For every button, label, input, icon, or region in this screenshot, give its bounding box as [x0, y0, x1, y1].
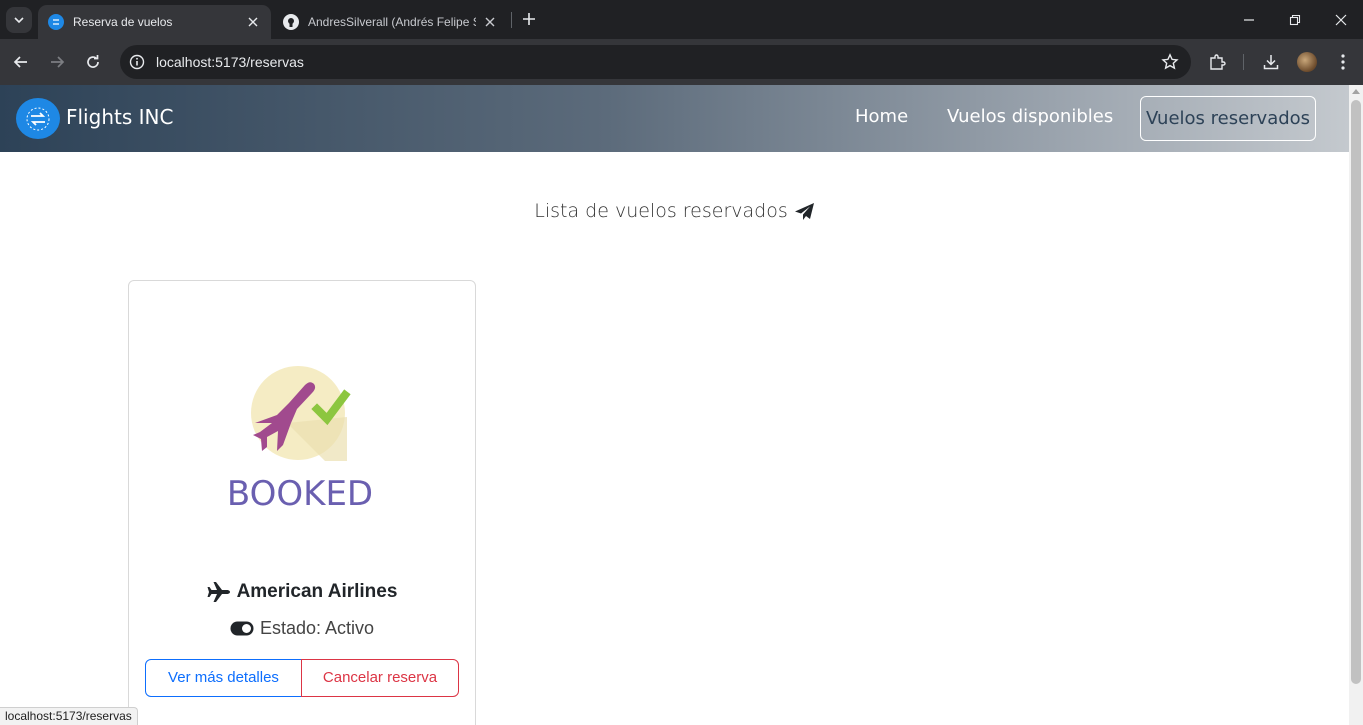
brand-logo-icon[interactable] — [16, 98, 60, 139]
close-tab-icon[interactable] — [245, 14, 261, 30]
link-status-bar: localhost:5173/reservas — [0, 707, 138, 725]
paper-plane-icon — [794, 202, 814, 220]
url-text[interactable]: localhost:5173/reservas — [156, 45, 304, 79]
reservation-status-row: Estado: Activo — [129, 618, 475, 639]
arrow-left-icon — [13, 56, 27, 68]
page-viewport: Flights INC Home Vuelos disponibles Vuel… — [0, 85, 1349, 725]
airline-name-row: American Airlines — [129, 581, 475, 603]
reservation-card: BOOKED American Airlines Estado: Activo … — [128, 280, 476, 725]
back-button[interactable] — [9, 50, 33, 74]
restore-button[interactable] — [1272, 0, 1318, 39]
browser-tab-strip: Reserva de vuelos AndresSilverall (André… — [0, 0, 1363, 39]
address-bar[interactable]: localhost:5173/reservas — [120, 45, 1191, 79]
site-info-icon[interactable] — [128, 53, 146, 71]
extensions-button[interactable] — [1206, 51, 1228, 73]
profile-avatar[interactable] — [1297, 52, 1317, 72]
cancel-reservation-button[interactable]: Cancelar reserva — [301, 659, 459, 697]
page-heading: Lista de vuelos reservados — [0, 200, 1349, 222]
browser-menu-button[interactable] — [1332, 51, 1354, 73]
plus-icon — [523, 13, 535, 25]
chevron-down-icon — [14, 17, 24, 24]
page-title: Lista de vuelos reservados — [534, 200, 788, 222]
close-tab-icon[interactable] — [482, 14, 498, 30]
browser-toolbar: localhost:5173/reservas — [0, 39, 1363, 85]
view-details-button[interactable]: Ver más detalles — [145, 659, 302, 697]
arrow-right-icon — [51, 56, 65, 68]
tab-title: AndresSilverall (Andrés Felipe S — [308, 15, 476, 29]
booked-image-text: BOOKED — [227, 474, 373, 511]
airplane-icon — [207, 582, 230, 602]
scrollbar-thumb[interactable] — [1351, 100, 1361, 684]
tab-search-button[interactable] — [6, 7, 32, 33]
booked-image: BOOKED — [227, 366, 373, 511]
puzzle-icon — [1210, 54, 1226, 70]
downloads-button[interactable] — [1260, 51, 1282, 73]
nav-link-home[interactable]: Home — [855, 106, 908, 127]
reload-button[interactable] — [81, 50, 105, 74]
tab-github-profile[interactable]: AndresSilverall (Andrés Felipe S — [273, 5, 508, 39]
close-icon — [1335, 14, 1347, 25]
github-icon — [283, 14, 299, 30]
airline-name: American Airlines — [236, 581, 398, 602]
more-vertical-icon — [1341, 54, 1345, 70]
close-window-button[interactable] — [1318, 0, 1363, 39]
site-navbar: Flights INC Home Vuelos disponibles Vuel… — [0, 85, 1349, 152]
tab-reserva-de-vuelos[interactable]: Reserva de vuelos — [38, 5, 271, 39]
toggle-on-icon — [230, 621, 254, 636]
nav-link-vuelos-reservados[interactable]: Vuelos reservados — [1140, 96, 1316, 141]
download-icon — [1263, 55, 1279, 70]
nav-link-vuelos-disponibles[interactable]: Vuelos disponibles — [947, 106, 1113, 127]
restore-icon — [1289, 14, 1301, 25]
reload-icon — [87, 55, 99, 68]
new-tab-button[interactable] — [519, 9, 539, 29]
flights-favicon-icon — [48, 14, 64, 30]
forward-button[interactable] — [45, 50, 69, 74]
scroll-up-arrow-icon[interactable] — [1352, 89, 1360, 94]
page-scrollbar[interactable] — [1349, 85, 1363, 725]
tab-separator — [511, 12, 512, 28]
brand-name[interactable]: Flights INC — [66, 105, 173, 129]
minimize-icon — [1244, 18, 1254, 21]
reservation-status: Estado: Activo — [259, 618, 375, 638]
bookmark-star-icon[interactable] — [1161, 53, 1179, 71]
toolbar-separator — [1243, 54, 1244, 70]
minimize-button[interactable] — [1226, 0, 1272, 39]
tab-title: Reserva de vuelos — [73, 15, 173, 29]
